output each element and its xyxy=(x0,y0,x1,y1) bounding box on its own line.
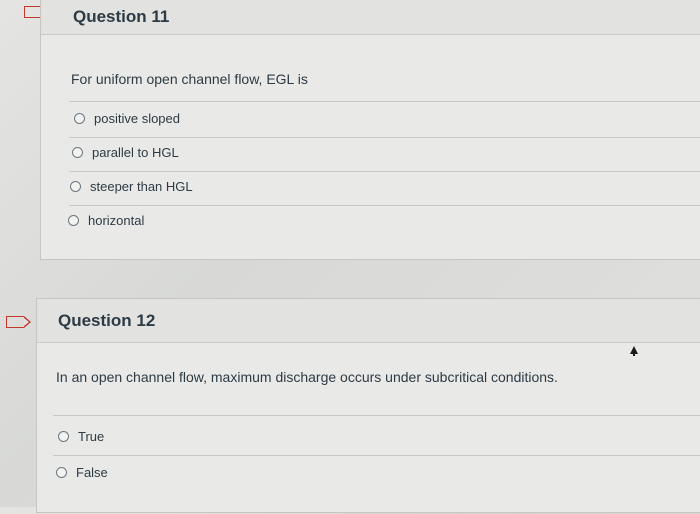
option-false[interactable]: False xyxy=(56,465,108,480)
radio-button[interactable] xyxy=(56,467,67,478)
divider xyxy=(69,205,700,206)
radio-button[interactable] xyxy=(70,181,81,192)
divider xyxy=(69,101,700,102)
option-label: positive sloped xyxy=(94,111,180,126)
question-11-card: Question 11 For uniform open channel flo… xyxy=(40,0,700,260)
question-12-header: Question 12 xyxy=(37,299,700,343)
question-12-card: Question 12 In an open channel flow, max… xyxy=(36,298,700,513)
divider xyxy=(69,137,700,138)
option-label: False xyxy=(76,465,108,480)
question-text: For uniform open channel flow, EGL is xyxy=(71,71,308,87)
radio-button[interactable] xyxy=(58,431,69,442)
divider xyxy=(69,171,700,172)
option-steeper-than-hgl[interactable]: steeper than HGL xyxy=(70,179,193,194)
divider xyxy=(53,455,700,456)
option-horizontal[interactable]: horizontal xyxy=(68,213,144,228)
question-11-body: For uniform open channel flow, EGL is po… xyxy=(41,35,700,259)
option-positive-sloped[interactable]: positive sloped xyxy=(74,111,180,126)
flag-question-icon[interactable] xyxy=(6,315,31,328)
option-true[interactable]: True xyxy=(58,429,104,444)
question-11-header: Question 11 xyxy=(41,0,700,35)
option-label: True xyxy=(78,429,105,444)
divider xyxy=(53,415,700,416)
radio-button[interactable] xyxy=(74,113,85,124)
question-title: Question 12 xyxy=(58,310,156,330)
question-text: In an open channel flow, maximum dischar… xyxy=(56,369,558,385)
option-label: parallel to HGL xyxy=(92,145,179,160)
option-label: horizontal xyxy=(88,213,145,228)
radio-button[interactable] xyxy=(68,215,79,226)
question-title: Question 11 xyxy=(73,6,170,26)
radio-button[interactable] xyxy=(72,147,83,158)
option-label: steeper than HGL xyxy=(90,179,193,194)
mouse-cursor-icon xyxy=(630,346,638,356)
option-parallel-to-hgl[interactable]: parallel to HGL xyxy=(72,145,179,160)
question-12-body: In an open channel flow, maximum dischar… xyxy=(37,343,700,514)
